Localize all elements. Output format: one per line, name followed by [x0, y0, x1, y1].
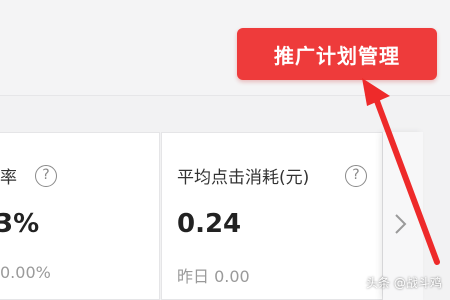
app-screen: 推广计划管理 率 ? 3% 0.00% 平均点击消耗(元) ? 0.24 昨日 … — [0, 0, 450, 300]
stat-card-rate: 率 ? 3% 0.00% — [0, 132, 160, 300]
stat-label: 率 — [0, 168, 17, 188]
stat-compare: 昨日 0.00 — [177, 267, 250, 286]
question-circle-icon[interactable]: ? — [345, 165, 367, 187]
watermark: 头条 @战斗鸡 — [366, 276, 442, 290]
stat-label: 平均点击消耗(元) — [177, 168, 310, 188]
promotion-plan-management-button[interactable]: 推广计划管理 — [237, 28, 437, 80]
stat-value: 0.24 — [177, 209, 242, 239]
stat-compare: 0.00% — [0, 263, 51, 282]
stat-card-avg-click-cost: 平均点击消耗(元) ? 0.24 昨日 0.00 — [161, 132, 383, 300]
question-circle-icon[interactable]: ? — [35, 165, 57, 187]
chevron-right-icon — [395, 214, 407, 234]
stat-value: 3% — [0, 209, 40, 239]
